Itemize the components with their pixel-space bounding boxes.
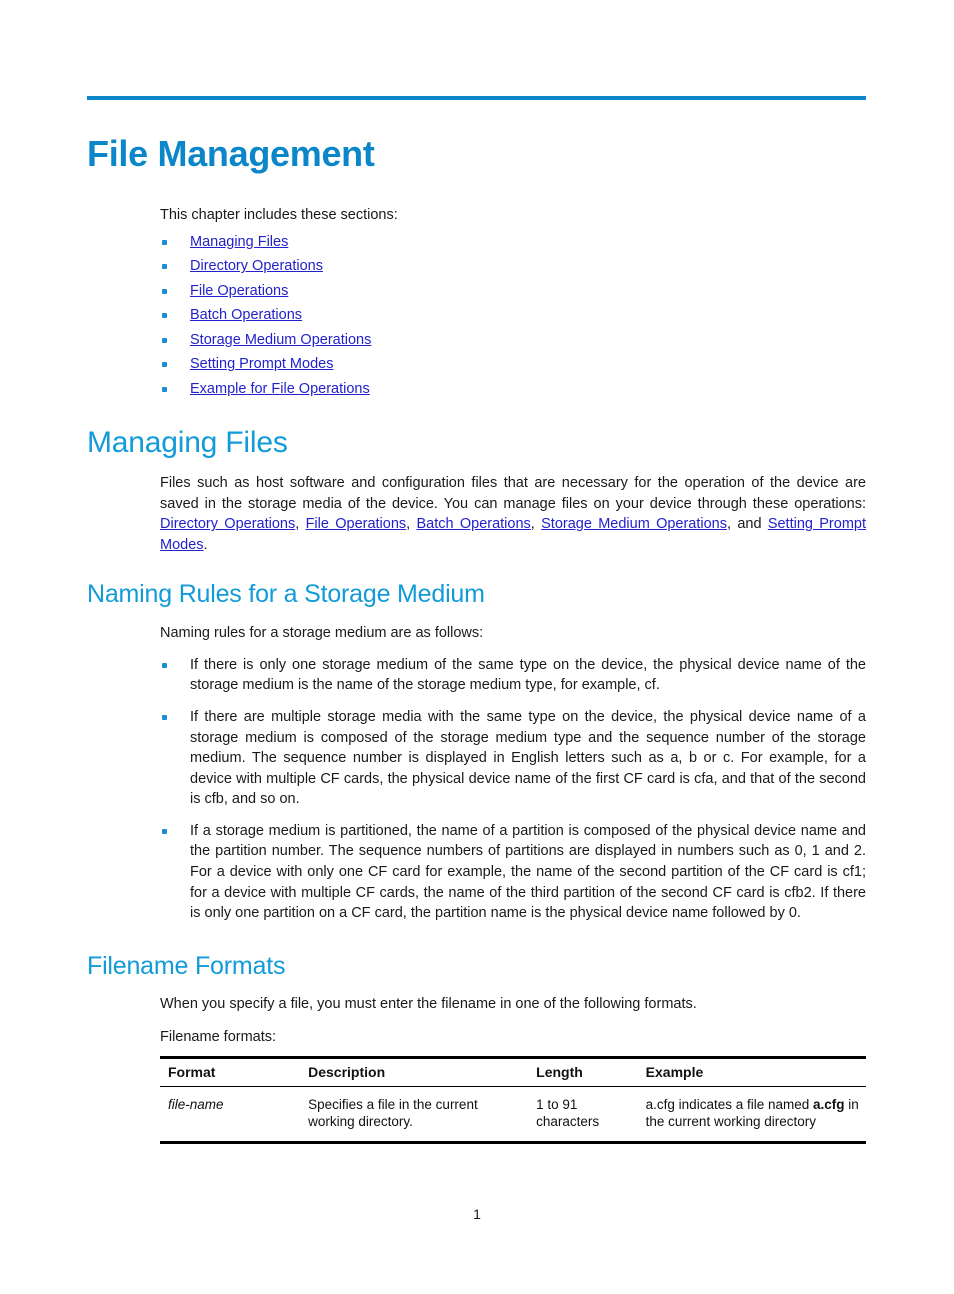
bullet-dot-icon [162,387,167,393]
naming-rules-list: If there is only one storage medium of t… [87,655,866,924]
example-text-pre: a.cfg indicates a file named [645,1096,814,1112]
list-item: If there are multiple storage media with… [87,707,866,810]
heading-managing-files: Managing Files [87,425,288,459]
section-link-storage-medium-operations[interactable]: Storage Medium Operations [190,332,371,348]
chapter-title: File Management [87,133,375,175]
filename-formats-table: Format Description Length Example file-n… [160,1055,866,1145]
list-item: Example for File Operations [87,379,866,400]
table-header-row: Format Description Length Example [160,1055,866,1087]
list-item: File Operations [87,281,866,302]
column-header-example: Example [637,1055,866,1087]
list-item: Directory Operations [87,256,866,277]
filename-formats-table-wrap: Format Description Length Example file-n… [87,1055,866,1145]
list-item: Managing Files [87,232,866,253]
cell-description: Specifies a file in the current working … [300,1086,529,1145]
separator: , [295,516,306,533]
managing-files-text: Files such as host software and configur… [160,475,866,512]
filename-formats-lead: When you specify a file, you must enter … [160,996,697,1013]
naming-rule-text: If a storage medium is partitioned, the … [190,822,866,922]
cell-example: a.cfg indicates a file named a.cfg in th… [637,1086,866,1145]
intro-lead: This chapter includes these sections: [160,207,398,223]
section-link-example-for-file-operations[interactable]: Example for File Operations [190,381,370,397]
table-row: file-name Specifies a file in the curren… [160,1086,866,1145]
bullet-dot-icon [162,828,167,834]
separator: , and [727,516,768,533]
table-caption: Filename formats: [160,1029,277,1046]
section-link-setting-prompt-modes[interactable]: Setting Prompt Modes [190,356,333,372]
title-rule [87,96,866,100]
column-header-length: Length [528,1055,638,1087]
column-header-format: Format [160,1055,301,1087]
bullet-dot-icon [162,337,167,343]
inline-link-file-operations[interactable]: File Operations [306,516,407,532]
bullet-dot-icon [162,313,167,319]
table-body: file-name Specifies a file in the curren… [160,1086,866,1145]
heading-naming-rules: Naming Rules for a Storage Medium [87,580,485,609]
bullet-dot-icon [162,662,167,668]
naming-rules-lead: Naming rules for a storage medium are as… [160,625,484,642]
list-item: Batch Operations [87,305,866,326]
paragraph-end: . [203,536,208,553]
list-item: If there is only one storage medium of t… [87,655,866,696]
managing-files-paragraph: Files such as host software and configur… [87,473,866,555]
inline-link-batch-operations[interactable]: Batch Operations [416,516,530,532]
separator: , [406,516,417,533]
page-content: This chapter includes these sections: Ma… [87,205,866,1145]
bullet-dot-icon [162,714,167,720]
section-link-managing-files[interactable]: Managing Files [190,234,288,250]
inline-link-directory-operations[interactable]: Directory Operations [160,516,295,532]
bullet-dot-icon [162,362,167,368]
inline-link-storage-medium-operations[interactable]: Storage Medium Operations [541,516,727,532]
heading-filename-formats: Filename Formats [87,951,286,980]
bullet-dot-icon [162,264,167,270]
bullet-dot-icon [162,239,167,245]
list-item: If a storage medium is partitioned, the … [87,821,866,924]
separator: , [530,516,542,533]
section-link-file-operations[interactable]: File Operations [190,283,288,299]
example-filename: a.cfg [813,1096,845,1112]
document-page: File Management This chapter includes th… [0,0,954,1294]
page-number: 1 [473,1206,481,1222]
chapter-sections-list: Managing Files Directory Operations File… [87,232,866,400]
list-item: Setting Prompt Modes [87,354,866,375]
naming-rule-text: If there are multiple storage media with… [190,708,866,808]
table-head: Format Description Length Example [160,1055,866,1087]
section-link-batch-operations[interactable]: Batch Operations [190,307,302,323]
naming-rule-text: If there is only one storage medium of t… [190,656,866,694]
bullet-dot-icon [162,288,167,294]
section-link-directory-operations[interactable]: Directory Operations [190,258,323,274]
column-header-description: Description [300,1055,529,1087]
cell-format: file-name [160,1086,301,1145]
cell-length: 1 to 91 characters [528,1086,638,1145]
list-item: Storage Medium Operations [87,330,866,351]
